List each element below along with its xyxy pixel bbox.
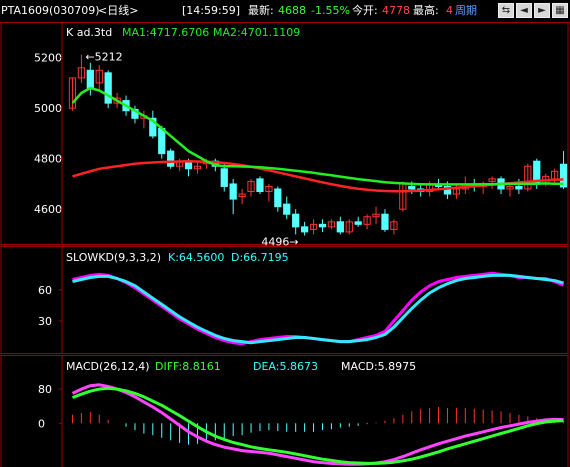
- candle-body: [274, 188, 282, 208]
- dea-label: DEA:5.8673: [253, 360, 318, 373]
- candle-body: [283, 203, 291, 215]
- change-value: -1.55%: [311, 4, 350, 17]
- d-label: D:66.7195: [231, 251, 289, 264]
- candle-body: [408, 185, 416, 190]
- kd-line-d: [72, 273, 564, 345]
- y-tick-label: 4600: [34, 203, 62, 216]
- ma2-label: MA2:4701.1109: [213, 26, 300, 39]
- period-label[interactable]: <日线>: [98, 4, 138, 17]
- symbol-label: PTA1609: [1, 4, 50, 17]
- diff-label: DIFF:8.8161: [155, 360, 221, 373]
- grid-icon[interactable]: ▦: [552, 3, 568, 18]
- y-tick-label: 30: [38, 315, 52, 328]
- latest-label: 最新:: [248, 4, 274, 17]
- candle-body: [167, 150, 175, 167]
- y-tick-label: 0: [38, 417, 45, 430]
- candle-body: [515, 185, 523, 190]
- candle-body: [381, 213, 389, 230]
- low-annotation: 4496→: [261, 235, 298, 248]
- candle-body: [300, 226, 309, 233]
- y-tick-label: 80: [38, 383, 52, 396]
- ma1-line: [72, 159, 564, 193]
- candle-body: [354, 221, 362, 225]
- ma1-label: MA1:4717.6706: [122, 26, 209, 39]
- nav-buttons: ⇆ ◄ ► ▦: [498, 3, 568, 18]
- candle-body: [229, 183, 237, 200]
- candle-body: [318, 223, 327, 228]
- high-label: 最高:: [413, 4, 439, 17]
- high-annotation: ←5212: [85, 51, 122, 64]
- candle-body: [104, 72, 112, 104]
- kline-title: K ad.3td: [66, 26, 112, 39]
- arrow-left-icon[interactable]: ◄: [516, 3, 532, 18]
- macd-line-dea: [71, 386, 564, 465]
- time-label: [14:59:59]: [182, 4, 240, 17]
- k-label: K:64.5600: [168, 251, 224, 264]
- candle-body: [336, 221, 344, 233]
- candle-body: [86, 69, 94, 89]
- cycle-label[interactable]: 周期: [455, 4, 477, 17]
- arrow-right-icon[interactable]: ►: [534, 3, 550, 18]
- candle-body: [292, 213, 300, 228]
- candle-body: [220, 168, 228, 187]
- ma2-line: [71, 86, 564, 186]
- chart-area[interactable]: 5200 5000 4800 4600 K ad.3td MA1:4717.6706 MA2…: [0, 22, 570, 467]
- candle-body: [158, 127, 166, 155]
- y-tick-label: 4800: [34, 153, 62, 166]
- high-value: 4: [446, 4, 453, 17]
- y-tick-label: 5200: [34, 52, 62, 65]
- symbol-code: (030709): [49, 4, 100, 17]
- candle-body: [256, 178, 264, 192]
- y-tick-label: 5000: [34, 102, 62, 115]
- open-value: 4778: [382, 4, 410, 17]
- swap-icon[interactable]: ⇆: [498, 3, 514, 18]
- title-bar: PTA1609 (030709) <日线> [14:59:59] 最新: 468…: [0, 0, 570, 23]
- latest-value: 4688: [278, 4, 306, 17]
- y-tick-label: 60: [38, 284, 52, 297]
- macd-title: MACD(26,12,4): [66, 360, 150, 373]
- kd-line-k: [72, 271, 565, 346]
- open-label: 今开:: [352, 4, 378, 17]
- macd-label: MACD:5.8975: [341, 360, 416, 373]
- kd-title: SLOWKD(9,3,3,2): [66, 251, 161, 264]
